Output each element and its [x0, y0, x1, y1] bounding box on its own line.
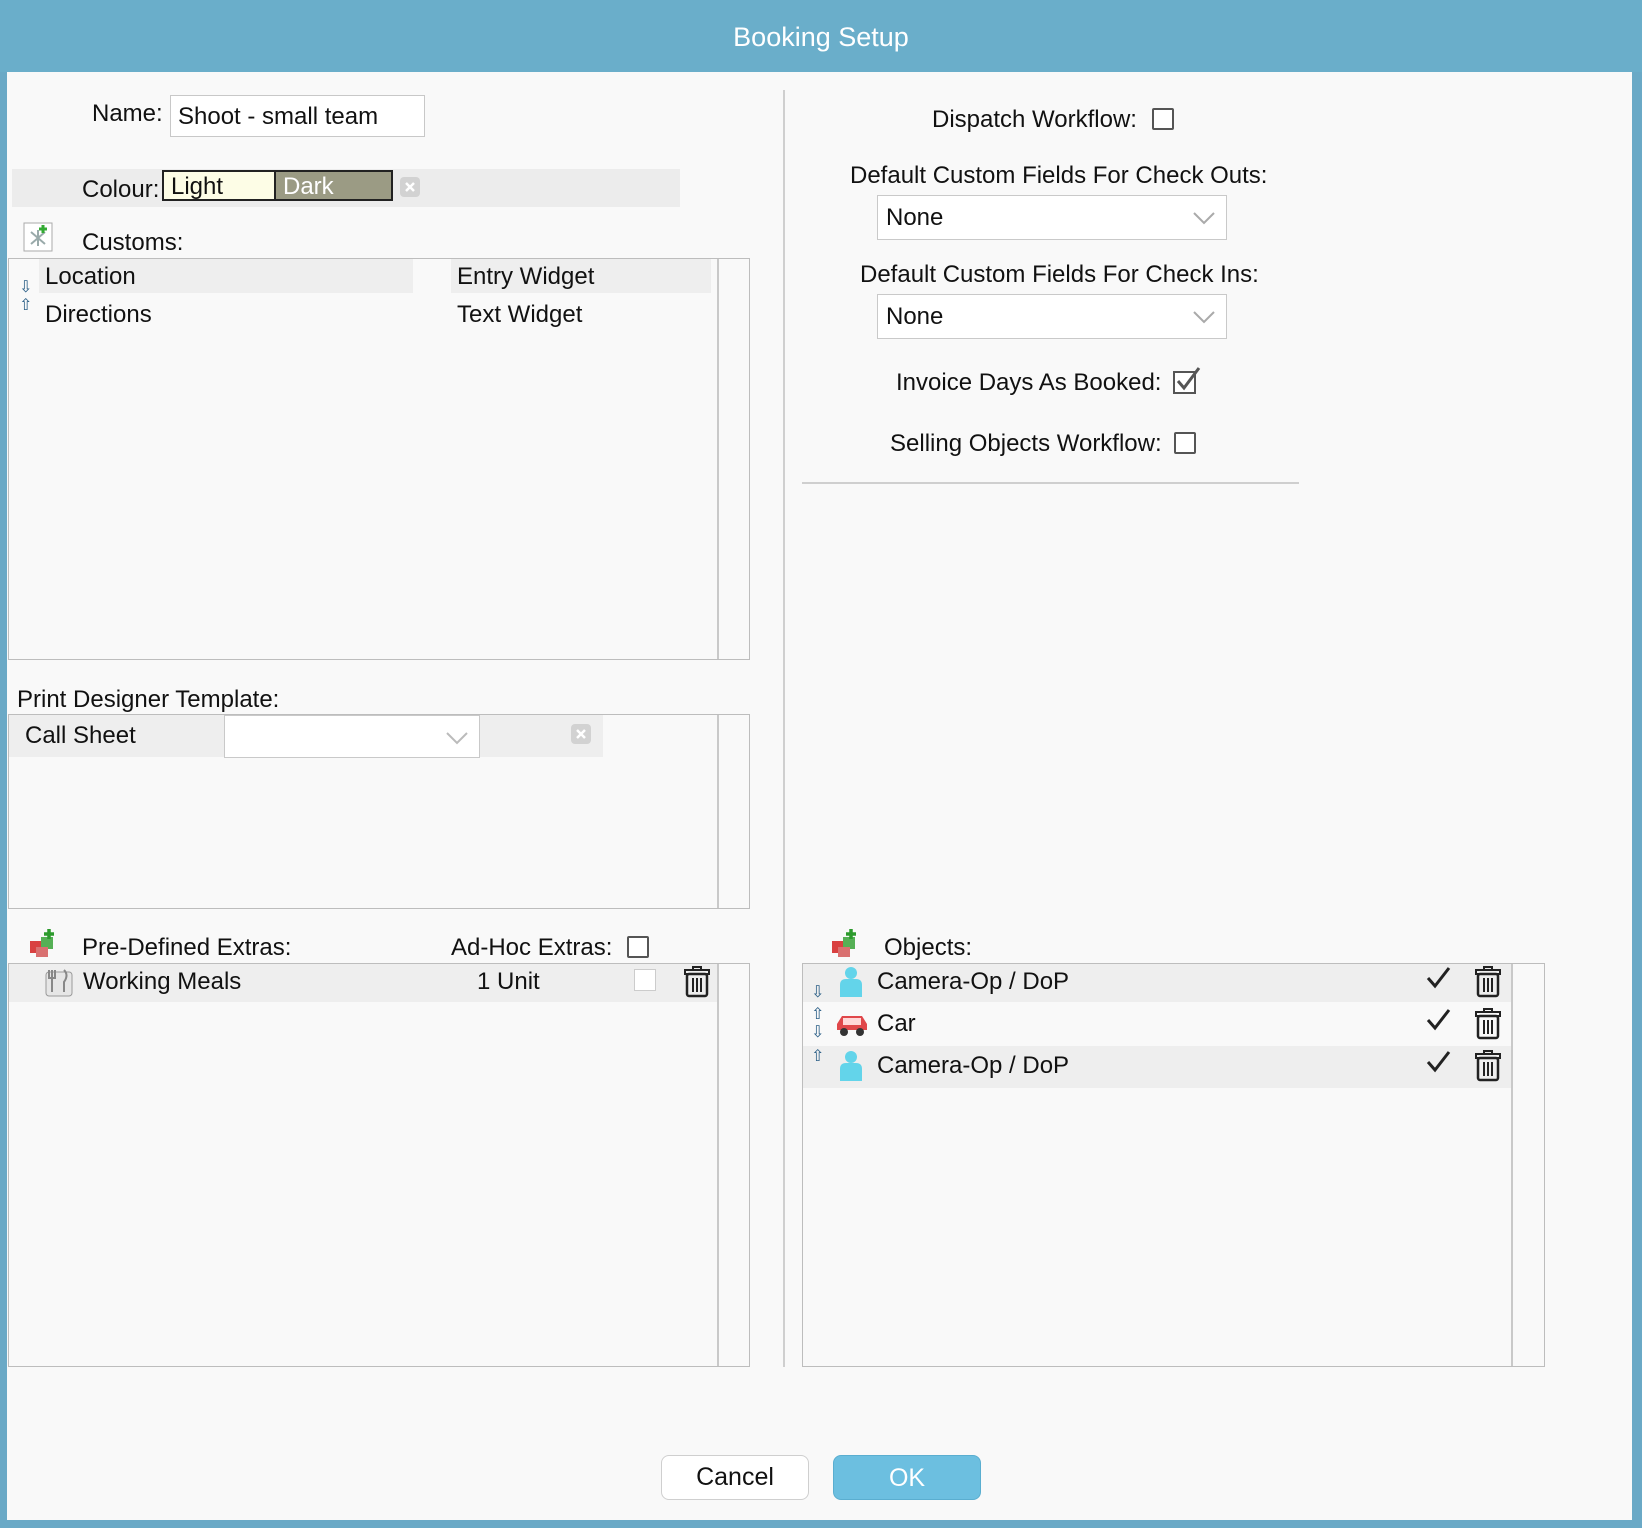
objects-label: Objects: — [884, 934, 973, 961]
invoice-days-checkbox[interactable] — [1172, 366, 1202, 396]
object-name: Car — [877, 1010, 916, 1037]
name-label: Name: — [92, 100, 163, 127]
chevron-down-icon — [1193, 212, 1215, 225]
trash-icon[interactable] — [1473, 966, 1503, 998]
add-extra-icon[interactable] — [27, 927, 59, 959]
print-template-list: Call Sheet — [8, 714, 750, 909]
checkouts-label: Default Custom Fields For Check Outs: — [850, 162, 1268, 189]
adhoc-extras-checkbox[interactable] — [627, 936, 649, 958]
window-title: Booking Setup — [733, 22, 909, 52]
extras-scrollbar[interactable] — [717, 964, 749, 1366]
custom-widget[interactable]: Entry Widget — [457, 263, 594, 291]
add-custom-icon[interactable] — [23, 222, 53, 252]
print-scrollbar[interactable] — [717, 715, 749, 908]
meal-icon — [43, 966, 75, 998]
ok-button[interactable]: OK — [833, 1455, 981, 1500]
clear-colour-icon[interactable] — [399, 176, 421, 198]
check-icon[interactable] — [1425, 966, 1451, 992]
move-up-icon[interactable]: ⇧ — [19, 295, 32, 315]
move-down-icon[interactable]: ⇩ — [19, 277, 32, 297]
cancel-button[interactable]: Cancel — [661, 1455, 809, 1500]
checkins-select[interactable]: None — [877, 294, 1227, 339]
adhoc-extras-label: Ad-Hoc Extras: — [451, 934, 613, 961]
extra-checkbox[interactable] — [634, 969, 656, 991]
chevron-down-icon — [446, 732, 468, 745]
customs-scrollbar[interactable] — [717, 259, 749, 659]
selling-objects-label: Selling Objects Workflow: — [890, 430, 1162, 457]
customs-label: Customs: — [82, 229, 184, 256]
object-name: Camera-Op / DoP — [877, 968, 1070, 995]
predefined-extras-label: Pre-Defined Extras: — [82, 934, 292, 961]
clear-template-icon[interactable] — [570, 723, 592, 745]
invoice-days-label: Invoice Days As Booked: — [896, 369, 1162, 396]
name-field[interactable]: Shoot - small team — [170, 95, 425, 137]
move-up-icon[interactable]: ⇧ — [811, 1004, 824, 1024]
template-select[interactable] — [224, 715, 480, 758]
name-value: Shoot - small team — [178, 103, 379, 130]
extra-quantity[interactable]: 1 Unit — [477, 968, 540, 996]
person-icon — [837, 966, 865, 998]
add-object-icon[interactable] — [829, 927, 861, 959]
template-name: Call Sheet — [25, 722, 136, 749]
trash-icon[interactable] — [1473, 1008, 1503, 1040]
custom-widget[interactable]: Text Widget — [457, 301, 582, 329]
objects-scrollbar[interactable] — [1511, 964, 1544, 1366]
extras-list: Working Meals 1 Unit — [8, 963, 750, 1367]
colour-label: Colour: — [82, 176, 160, 203]
move-down-icon[interactable]: ⇩ — [811, 1022, 824, 1042]
customs-list: ⇩ Location Entry Widget ⇧ Directions Tex… — [8, 258, 750, 660]
selling-objects-checkbox[interactable] — [1174, 432, 1196, 454]
object-name: Camera-Op / DoP — [877, 1052, 1070, 1079]
checkins-label: Default Custom Fields For Check Ins: — [860, 261, 1259, 288]
settings-divider — [802, 482, 1299, 484]
chevron-down-icon — [1193, 311, 1215, 324]
move-up-icon[interactable]: ⇧ — [811, 1046, 824, 1066]
objects-list: ⇩ Camera-Op / DoP ⇧ ⇩ Car ⇧ Camera-Op / … — [802, 963, 1545, 1367]
person-icon — [837, 1050, 865, 1082]
colour-dark-label: Dark — [283, 173, 334, 200]
move-down-icon[interactable]: ⇩ — [811, 982, 824, 1002]
car-icon — [835, 1010, 869, 1038]
dialog-body: Name: Shoot - small team Colour: Light D… — [7, 72, 1632, 1520]
column-divider — [783, 90, 785, 1367]
custom-name: Location — [45, 263, 136, 290]
check-icon[interactable] — [1425, 1050, 1451, 1076]
colour-light-label: Light — [171, 173, 224, 200]
checkouts-select[interactable]: None — [877, 195, 1227, 240]
trash-icon[interactable] — [1473, 1050, 1503, 1082]
custom-name: Directions — [45, 301, 152, 328]
trash-icon[interactable] — [682, 966, 712, 998]
print-template-label: Print Designer Template: — [17, 686, 280, 713]
colour-light-swatch[interactable]: Light — [162, 170, 276, 201]
dispatch-workflow-label: Dispatch Workflow: — [932, 106, 1137, 133]
check-icon[interactable] — [1425, 1008, 1451, 1034]
dispatch-workflow-checkbox[interactable] — [1152, 108, 1174, 130]
colour-dark-swatch[interactable]: Dark — [276, 170, 393, 201]
extra-name: Working Meals — [83, 968, 242, 995]
